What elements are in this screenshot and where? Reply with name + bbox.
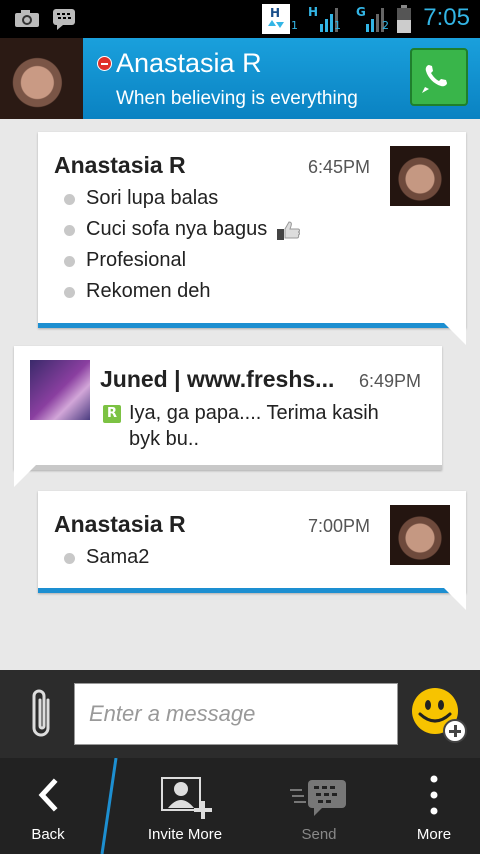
sender-avatar[interactable] [390, 146, 450, 206]
network-h-label: H [270, 6, 280, 20]
contact-status-message: When believing is everything [116, 88, 358, 109]
bullet-icon [64, 553, 75, 564]
message-bubble-incoming[interactable]: Juned | www.freshs... 6:49PM R Iya, ga p… [14, 346, 442, 487]
bbm-send-icon [290, 780, 346, 816]
add-contact-icon [161, 777, 212, 819]
sender-avatar[interactable] [30, 360, 90, 420]
invite-more-label: Invite More [147, 826, 223, 843]
status-bar: H 1 H 1 G 2 7:05 [0, 0, 480, 38]
compose-bar [0, 670, 480, 758]
back-arrow-icon [38, 778, 58, 812]
invite-more-button[interactable]: Invite More [126, 758, 244, 854]
message-time: 7:00PM [308, 516, 371, 536]
bubble-tail [444, 323, 466, 345]
clock: 7:05 [423, 4, 470, 31]
call-button[interactable] [410, 48, 468, 106]
busy-status-icon [97, 56, 112, 71]
thumbs-up-icon [276, 221, 300, 240]
bullet-icon [64, 225, 75, 236]
back-button[interactable]: Back [0, 758, 96, 854]
contact-name[interactable]: Anastasia R [116, 48, 262, 79]
message-text: Cuci sofa nya bagus [86, 218, 300, 241]
overflow-menu-icon [430, 775, 438, 815]
message-sender: Anastasia R [54, 511, 186, 537]
bbm-icon [53, 9, 75, 30]
bullet-icon [64, 287, 75, 298]
attach-button[interactable] [24, 686, 58, 744]
message-bubble-outgoing[interactable]: Anastasia R 6:45PM Sori lupa balas Cuci … [38, 132, 466, 345]
message-time: 6:49PM [359, 371, 422, 391]
conversation-header: Anastasia R When believing is everything [0, 38, 480, 119]
bullet-icon [64, 256, 75, 267]
message-list[interactable]: Anastasia R 6:45PM Sori lupa balas Cuci … [0, 119, 480, 670]
contact-avatar[interactable] [0, 38, 83, 119]
sender-avatar[interactable] [390, 505, 450, 565]
message-text: Sama2 [86, 546, 150, 568]
more-label: More [416, 826, 452, 843]
message-time: 6:45PM [308, 157, 371, 177]
message-text-content: Cuci sofa nya bagus [86, 218, 268, 240]
bubble-tail [14, 465, 36, 487]
message-text: byk bu.. [129, 428, 200, 450]
message-sender: Juned | www.freshs... [100, 366, 335, 392]
paperclip-icon [32, 689, 50, 737]
back-label: Back [31, 826, 65, 843]
message-text: Sori lupa balas [86, 187, 219, 209]
message-input[interactable] [74, 683, 398, 745]
smiley-add-icon [412, 688, 467, 743]
message-bubble-outgoing[interactable]: Anastasia R 7:00PM Sama2 [38, 491, 466, 610]
battery-icon [397, 5, 411, 33]
action-bar: Back Invite More Send More [0, 758, 480, 854]
camera-icon [15, 10, 39, 27]
sim-label-1: 1 [291, 19, 298, 32]
phone-icon [422, 65, 447, 93]
bubble-tail [444, 588, 466, 610]
message-text: Rekomen deh [86, 280, 211, 302]
message-text: Iya, ga papa.... Terima kasih [129, 402, 379, 424]
network-h-signal-label: H [308, 5, 318, 19]
data-transfer-icon: H [262, 4, 290, 34]
bullet-icon [64, 194, 75, 205]
message-sender: Anastasia R [54, 152, 186, 178]
divider [100, 758, 118, 854]
send-label: Send [301, 826, 337, 843]
sim-label-3: 2 [382, 19, 389, 32]
message-text: Profesional [86, 249, 187, 271]
more-button[interactable]: More [396, 758, 472, 854]
emoticon-button[interactable] [410, 686, 468, 744]
network-g-label: G [356, 5, 366, 19]
send-button[interactable]: Send [270, 758, 368, 854]
read-receipt-icon: R [103, 405, 121, 423]
sim-label-2: 1 [334, 19, 341, 32]
